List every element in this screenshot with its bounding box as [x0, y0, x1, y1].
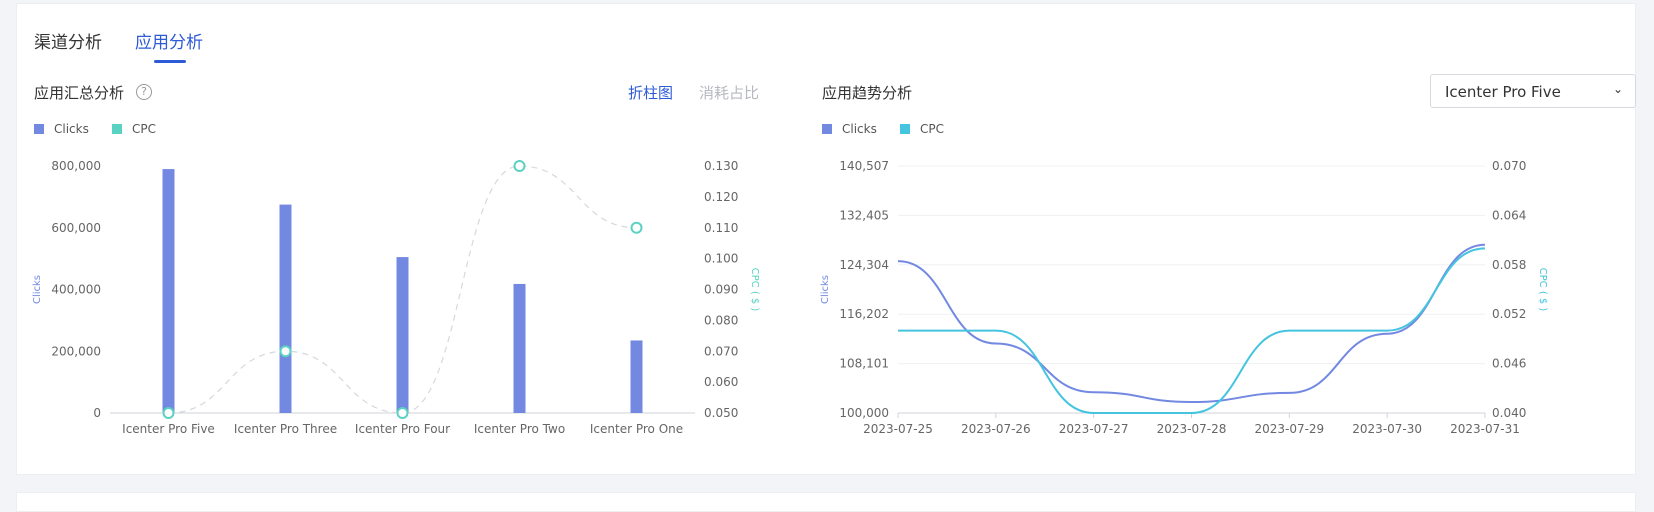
x-tick-label: 2023-07-25	[863, 422, 933, 436]
y2-tick-label: 0.060	[704, 375, 738, 389]
summary-chart: Clicks CPC 0 200,000 400,000 600,000 800,000 0.…	[32, 122, 760, 436]
tab-app-analysis[interactable]: 应用分析	[135, 28, 203, 53]
legend-swatch	[900, 124, 910, 134]
y2-tick-label: 0.120	[704, 190, 738, 204]
cpc-point	[162, 407, 175, 419]
x-tick-label: Icenter Pro Two	[474, 422, 565, 436]
x-tick-label: 2023-07-26	[961, 422, 1031, 436]
clicks-line	[897, 243, 1486, 404]
y2-tick-label: 0.058	[1492, 258, 1526, 272]
y-axis-label: Clicks	[32, 275, 43, 304]
summary-title: 应用汇总分析	[34, 84, 125, 102]
y-tick-label: 600,000	[51, 221, 101, 235]
y2-tick-label: 0.046	[1492, 357, 1526, 371]
legend-label: CPC	[920, 122, 944, 136]
y2-tick-label: 0.100	[704, 252, 738, 266]
bar-clicks	[630, 340, 643, 413]
y-tick-label: 0	[93, 406, 101, 420]
x-tick-label: 2023-07-31	[1450, 422, 1520, 436]
x-tick-label: Icenter Pro Five	[122, 422, 215, 436]
x-tick-label: 2023-07-28	[1157, 422, 1227, 436]
bar-clicks	[396, 257, 409, 413]
legend-swatch	[34, 124, 44, 134]
y2-axis-label: CPC ( $ )	[1537, 268, 1548, 312]
y2-axis-label: CPC ( $ )	[749, 268, 760, 312]
y2-tick-label: 0.070	[704, 344, 738, 358]
x-tick-label: Icenter Pro Three	[234, 422, 337, 436]
toggle-cost-share[interactable]: 消耗占比	[699, 82, 759, 103]
trend-chart: Clicks CPC 100,000 108,101 116,202 124,304 132…	[820, 122, 1548, 436]
active-tab-indicator	[154, 60, 186, 63]
app-select-value: Icenter Pro Five	[1445, 83, 1561, 101]
cpc-point	[396, 407, 409, 419]
y-tick-label: 400,000	[51, 283, 101, 297]
y-axis-label: Clicks	[820, 275, 831, 304]
help-icon[interactable]: ?	[136, 84, 152, 100]
legend-label: Clicks	[54, 122, 89, 136]
y-tick-label: 140,507	[839, 159, 889, 173]
legend-swatch	[822, 124, 832, 134]
cpc-line	[898, 247, 1486, 415]
y2-tick-label: 0.050	[704, 406, 738, 420]
legend-label: Clicks	[842, 122, 877, 136]
y2-tick-label: 0.110	[704, 221, 738, 235]
cpc-point	[513, 160, 526, 172]
y2-tick-label: 0.090	[704, 283, 738, 297]
cpc-point	[630, 221, 643, 234]
toggle-bar-line[interactable]: 折柱图	[628, 82, 673, 103]
y-tick-label: 116,202	[839, 307, 889, 321]
x-tick-label: 2023-07-27	[1059, 422, 1129, 436]
bar-clicks	[162, 169, 175, 413]
x-tick-label: 2023-07-30	[1352, 422, 1422, 436]
y2-tick-label: 0.070	[1492, 159, 1526, 173]
x-tick-label: 2023-07-29	[1254, 422, 1324, 436]
y2-tick-label: 0.040	[1492, 406, 1526, 420]
y-tick-label: 124,304	[839, 258, 889, 272]
y-tick-label: 108,101	[839, 357, 889, 371]
cpc-point	[279, 345, 292, 358]
bar-clicks	[513, 283, 526, 413]
legend-swatch	[112, 124, 122, 134]
tab-channel-analysis[interactable]: 渠道分析	[34, 28, 102, 53]
trend-title: 应用趋势分析	[822, 84, 913, 102]
next-card	[16, 492, 1636, 512]
y2-tick-label: 0.080	[704, 313, 738, 327]
y2-tick-label: 0.130	[704, 159, 738, 173]
legend-label: CPC	[132, 122, 156, 136]
y-tick-label: 800,000	[51, 159, 101, 173]
y-tick-label: 132,405	[839, 208, 889, 222]
y-tick-label: 100,000	[839, 406, 889, 420]
app-select[interactable]: Icenter Pro Five ⌄	[1430, 74, 1636, 108]
y2-tick-label: 0.064	[1492, 208, 1526, 222]
x-tick-label: Icenter Pro Four	[355, 422, 450, 436]
bar-clicks	[279, 204, 292, 413]
x-tick-label: Icenter Pro One	[590, 422, 683, 436]
y2-tick-label: 0.052	[1492, 307, 1526, 321]
chevron-down-icon: ⌄	[1612, 82, 1623, 96]
y-tick-label: 200,000	[51, 344, 101, 358]
